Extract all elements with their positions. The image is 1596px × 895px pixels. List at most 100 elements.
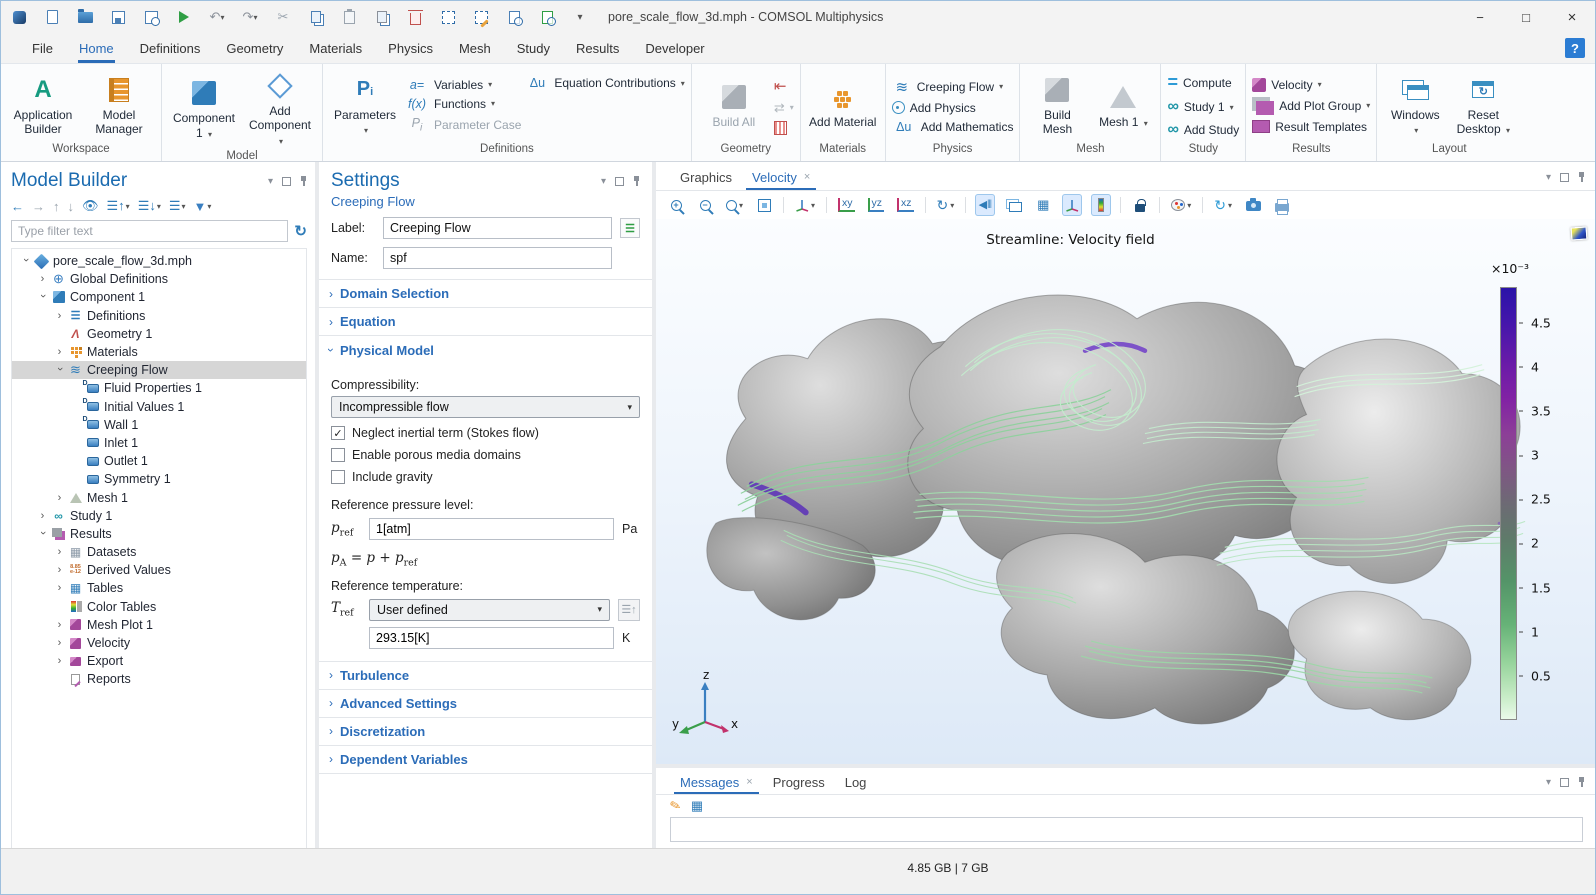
show-color-legend-button[interactable]: [1091, 194, 1111, 216]
tree-item-geometry-1[interactable]: ΛGeometry 1: [12, 325, 306, 343]
zoom-extents-button[interactable]: [754, 194, 774, 216]
tree-item-global-definitions[interactable]: ⊕Global Definitions: [12, 270, 306, 288]
add-study-button[interactable]: ∞ Add Study: [1167, 121, 1239, 139]
result-templates-button[interactable]: Result Templates: [1252, 120, 1370, 134]
expand-all-icon[interactable]: ☰↓▾: [138, 198, 161, 214]
remove-details-button[interactable]: [774, 121, 794, 135]
checkbox-unchecked-icon[interactable]: [331, 470, 345, 484]
tree-item-velocity[interactable]: Velocity: [12, 634, 306, 652]
go-to-source-icon[interactable]: ☰↑: [618, 599, 640, 621]
redo-icon[interactable]: ↷▾: [240, 7, 260, 27]
panel-pin-icon[interactable]: [300, 176, 307, 186]
tree-item-reports[interactable]: Reports: [12, 670, 306, 688]
tree-item-fluid-properties-1[interactable]: Fluid Properties 1: [12, 379, 306, 397]
image-settings-button[interactable]: ▾: [1169, 194, 1193, 216]
menu-file[interactable]: File: [19, 33, 66, 63]
import-geometry-button[interactable]: ⇤: [774, 77, 794, 95]
functions-button[interactable]: f(x) Functions▾: [405, 97, 521, 111]
comsol-logo-icon[interactable]: [9, 7, 29, 27]
refresh-icon[interactable]: ↻: [294, 222, 307, 240]
show-grid-button[interactable]: ▦: [1033, 194, 1053, 216]
parameter-case-button[interactable]: Pi Parameter Case: [405, 116, 521, 134]
tree-item-mesh-plot-1[interactable]: Mesh Plot 1: [12, 616, 306, 634]
snapshot-button[interactable]: [1243, 194, 1263, 216]
lock-view-button[interactable]: [1130, 194, 1150, 216]
tab-messages[interactable]: Messages ×: [670, 770, 763, 794]
checkbox-unchecked-icon[interactable]: [331, 448, 345, 462]
section-advanced-settings[interactable]: Advanced Settings: [319, 690, 652, 718]
compute-button[interactable]: = Compute: [1167, 72, 1239, 93]
add-physics-button[interactable]: Add Physics: [892, 101, 1014, 115]
menu-home[interactable]: Home: [66, 33, 127, 63]
show-icon[interactable]: 👁: [82, 198, 99, 214]
component-1-button[interactable]: Component 1 ▾: [168, 75, 240, 143]
paste-icon[interactable]: [339, 7, 359, 27]
duplicate-icon[interactable]: [372, 7, 392, 27]
messages-output[interactable]: [670, 817, 1583, 842]
tree-item-materials[interactable]: Materials: [12, 343, 306, 361]
print-button[interactable]: [1272, 194, 1292, 216]
variables-button[interactable]: a= Variables▾: [405, 78, 521, 92]
velocity-plot-dropdown[interactable]: Velocity▾: [1252, 78, 1370, 92]
save-as-icon[interactable]: [141, 7, 161, 27]
tree-item-results[interactable]: Results: [12, 525, 306, 543]
tree-item-definitions[interactable]: ☰Definitions: [12, 307, 306, 325]
rotate-button[interactable]: ↻▾: [935, 194, 957, 216]
view-xz-button[interactable]: xz: [895, 194, 916, 216]
menu-physics[interactable]: Physics: [375, 33, 446, 63]
panel-pin-icon[interactable]: [1578, 172, 1585, 182]
view-yz-button[interactable]: yz: [866, 194, 887, 216]
menu-developer[interactable]: Developer: [632, 33, 717, 63]
move-down-icon[interactable]: ↓: [68, 199, 75, 214]
environment-reflections-button[interactable]: [1004, 194, 1024, 216]
build-mesh-button[interactable]: Build Mesh: [1026, 72, 1088, 140]
zoom-in-button[interactable]: +: [666, 194, 686, 216]
section-discretization[interactable]: Discretization: [319, 718, 652, 746]
model-manager-button[interactable]: Model Manager: [83, 72, 155, 140]
tree-item-export[interactable]: Export: [12, 652, 306, 670]
panel-menu-chevron-icon[interactable]: ▾: [601, 176, 606, 187]
panel-menu-chevron-icon[interactable]: ▾: [1546, 777, 1551, 788]
filter-funnel-icon[interactable]: ▼▾: [194, 199, 212, 214]
undo-icon[interactable]: ↶▾: [207, 7, 227, 27]
tree-item-mesh-1[interactable]: Mesh 1: [12, 488, 306, 506]
section-domain-selection[interactable]: Domain Selection: [319, 280, 652, 308]
add-material-button[interactable]: Add Material: [807, 79, 879, 132]
ref-pressure-input[interactable]: [369, 518, 614, 540]
back-arrow-icon[interactable]: ←: [11, 199, 24, 214]
tree-item-datasets[interactable]: ▦Datasets: [12, 543, 306, 561]
checkbox-checked-icon[interactable]: ✓: [331, 426, 345, 440]
minimize-button[interactable]: −: [1457, 1, 1503, 33]
tree-item-inlet-1[interactable]: Inlet 1: [12, 434, 306, 452]
tree-item-outlet-1[interactable]: Outlet 1: [12, 452, 306, 470]
customize-toolbar-chevron-icon[interactable]: ▾: [570, 7, 590, 27]
select-box-icon[interactable]: [438, 7, 458, 27]
menu-results[interactable]: Results: [563, 33, 632, 63]
application-builder-button[interactable]: A Application Builder: [7, 72, 79, 140]
label-input[interactable]: [383, 217, 612, 239]
temperature-input[interactable]: [369, 627, 614, 649]
porous-media-checkbox-row[interactable]: Enable porous media domains: [331, 448, 640, 462]
message-table-icon[interactable]: ▦: [691, 798, 703, 814]
run-icon[interactable]: [174, 7, 194, 27]
tree-item-symmetry-1[interactable]: Symmetry 1: [12, 470, 306, 488]
rename-icon[interactable]: ☰: [620, 218, 640, 238]
show-axis-orientation-button[interactable]: [1062, 194, 1082, 216]
clear-messages-icon[interactable]: ✎: [668, 797, 683, 815]
menu-materials[interactable]: Materials: [296, 33, 375, 63]
menu-study[interactable]: Study: [504, 33, 563, 63]
search-doc-icon[interactable]: [537, 7, 557, 27]
new-file-icon[interactable]: [42, 7, 62, 27]
build-all-button[interactable]: Build All: [698, 79, 770, 132]
tree-item-creeping-flow[interactable]: ≋Creeping Flow: [12, 361, 306, 379]
panel-pin-icon[interactable]: [633, 176, 640, 186]
tree-filter-input[interactable]: [11, 220, 288, 242]
add-plot-group-button[interactable]: Add Plot Group▾: [1252, 97, 1370, 115]
open-file-icon[interactable]: [75, 7, 95, 27]
compressibility-dropdown[interactable]: Incompressible flow ▾: [331, 396, 640, 418]
tree-item-component-1[interactable]: Component 1: [12, 288, 306, 306]
windows-button[interactable]: Windows▾: [1383, 72, 1447, 140]
panel-float-icon[interactable]: [1560, 173, 1569, 182]
deselect-icon[interactable]: [471, 7, 491, 27]
move-up-icon[interactable]: ↑: [53, 199, 60, 214]
